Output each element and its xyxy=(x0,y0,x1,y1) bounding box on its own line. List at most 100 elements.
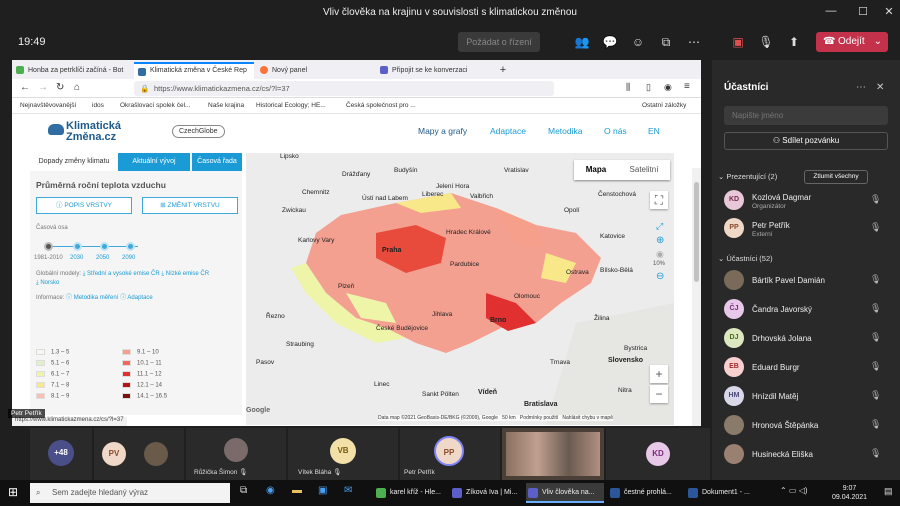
chat-icon[interactable]: 💬 xyxy=(602,34,618,50)
period-label[interactable]: 2050 xyxy=(96,255,109,261)
video-tile[interactable]: VB Vítek Bláha 🎙 xyxy=(288,428,398,480)
taskbar-app[interactable]: čestné prohlá... xyxy=(608,483,682,503)
bookmark[interactable]: Nejnavštěvovanější xyxy=(20,102,76,109)
site-logo[interactable]: Klimatická Změna.cz xyxy=(48,121,121,143)
minimize-icon[interactable]: — xyxy=(822,5,840,17)
menu-en[interactable]: EN xyxy=(648,126,660,136)
request-control-button[interactable]: Požádat o řízení xyxy=(458,32,540,52)
map-type-satellite[interactable]: Satelitní xyxy=(618,160,670,180)
menu-about[interactable]: O nás xyxy=(604,126,627,136)
participant-row[interactable]: KD Kozlová Dagmar Organizátor 🎙 xyxy=(724,190,894,212)
visibility-icon[interactable]: ◉ xyxy=(656,249,664,260)
reload-icon[interactable]: ↻ xyxy=(56,82,64,93)
reactions-icon[interactable]: ☺ xyxy=(630,34,646,50)
model-link[interactable]: ⤓ Střední a vysoké emise ČR xyxy=(83,271,160,277)
maximize-icon[interactable]: ☐ xyxy=(854,5,872,18)
fullscreen-icon[interactable]: ⛶ xyxy=(650,191,668,209)
mic-off-icon[interactable]: 🎙 xyxy=(870,390,881,401)
store-icon[interactable]: ▣ xyxy=(318,485,327,496)
task-view-icon[interactable]: ⧉ xyxy=(240,485,247,496)
more-options-icon[interactable]: ⋯ xyxy=(856,82,866,93)
breakout-icon[interactable]: ⧉ xyxy=(658,34,674,50)
participant-row[interactable]: Husinecká Eliška 🎙 xyxy=(724,444,894,466)
share-screen-icon[interactable]: ⬆ xyxy=(786,34,802,50)
bookmark[interactable]: Naše krajina xyxy=(208,102,244,109)
video-tile[interactable]: PV xyxy=(94,428,184,480)
bookmark-other[interactable]: Ostatní záložky xyxy=(642,102,686,109)
participant-row[interactable]: ČJ Čandra Javorský 🎙 xyxy=(724,299,894,321)
taskbar-clock[interactable]: 9:07 09.04.2021 xyxy=(832,484,867,502)
participant-row[interactable]: Hronová Štěpánka 🎙 xyxy=(724,415,894,437)
expand-icon[interactable]: ⤢ xyxy=(656,221,663,232)
participant-row[interactable]: PP Petr Petřík Externí 🎙 xyxy=(724,218,894,240)
layer-description-button[interactable]: ⓘ POPIS VRSTVY xyxy=(36,197,132,214)
model-link[interactable]: ⤓ Norsko xyxy=(36,280,59,287)
forward-icon[interactable]: → xyxy=(38,82,48,93)
mic-off-icon[interactable]: 🎙 xyxy=(870,448,881,459)
menu-methodology[interactable]: Metodika xyxy=(548,126,583,136)
close-icon[interactable]: ✕ xyxy=(880,5,898,18)
video-tile-active[interactable]: PP Petr Petřík xyxy=(400,428,500,480)
bookmark[interactable]: idos xyxy=(92,102,104,109)
camera-off-icon[interactable]: ▣ xyxy=(730,34,746,50)
period-label[interactable]: 2090 xyxy=(122,255,135,261)
participants-icon[interactable]: 👥 xyxy=(574,34,590,50)
taskbar-app-active[interactable]: Vliv člověka na... xyxy=(526,483,604,503)
menu-maps[interactable]: Mapy a grafy xyxy=(418,126,467,136)
windows-start-icon[interactable]: ⊞ xyxy=(8,485,18,499)
zoom-in-small-icon[interactable]: ⊕ xyxy=(656,235,664,246)
timeline-point[interactable] xyxy=(126,242,135,251)
mic-off-icon[interactable]: 🎙 xyxy=(870,361,881,372)
participant-row[interactable]: DJ Drhovská Jolana 🎙 xyxy=(724,328,894,350)
account-icon[interactable]: ◉ xyxy=(664,82,672,93)
video-tile-camera[interactable] xyxy=(502,428,604,480)
mail-icon[interactable]: ✉ xyxy=(344,485,352,496)
taskbar-search[interactable]: ⌕ Sem zadejte hledaný výraz xyxy=(30,483,230,503)
map-view[interactable]: Lipsko Drážďany Budyšín Vratislav Chemni… xyxy=(246,153,674,425)
share-invite-button[interactable]: ⚇ Sdílet pozvánku xyxy=(724,132,888,150)
tab-current[interactable]: Aktuální vývoj xyxy=(118,153,190,171)
timeline-point[interactable] xyxy=(73,242,82,251)
zoom-out-button[interactable]: − xyxy=(650,385,668,403)
mic-off-icon[interactable]: 🎙 xyxy=(870,194,881,205)
participants-section[interactable]: ⌄ Účastníci (52) xyxy=(718,254,773,263)
participant-row[interactable]: HM Hnízdil Matěj 🎙 xyxy=(724,386,894,408)
change-layer-button[interactable]: ⊞ ZMĚNIT VRSTVU xyxy=(142,197,238,214)
mic-off-icon[interactable]: 🎙 xyxy=(870,222,881,233)
tab-impacts[interactable]: Dopady změny klimatu xyxy=(30,153,118,171)
page-scrollbar[interactable] xyxy=(692,168,701,426)
bookmark[interactable]: Historical Ecology; HE... xyxy=(256,102,326,109)
mic-off-icon[interactable]: 🎙 xyxy=(870,419,881,430)
video-tile[interactable]: Růžička Šimon 🎙 xyxy=(186,428,286,480)
sidebar-icon[interactable]: ▯ xyxy=(646,82,651,93)
info-link[interactable]: ⓘ Adaptace xyxy=(120,295,153,301)
model-link[interactable]: ⤓ Nízké emise ČR xyxy=(161,271,209,277)
close-panel-icon[interactable]: ✕ xyxy=(876,82,884,93)
new-tab-icon[interactable]: + xyxy=(496,62,510,79)
presenters-section[interactable]: ⌄ Prezentující (2) xyxy=(718,172,777,181)
info-link[interactable]: ⓘ Metodika měření xyxy=(66,295,118,301)
period-label[interactable]: 1981-2010 xyxy=(34,255,63,261)
bookmark[interactable]: Česká společnost pro ... xyxy=(346,102,416,109)
browser-tab-active[interactable]: Klimatická změna v České Rep xyxy=(134,62,254,79)
participant-search-input[interactable] xyxy=(724,106,888,125)
url-bar[interactable]: 🔒 https://www.klimatickazmena.cz/cs/?l=3… xyxy=(134,81,554,96)
leave-button[interactable]: ☎ Odejít ⌄ xyxy=(816,32,888,52)
taskbar-app[interactable]: Zíková Iva | Mi... xyxy=(450,483,522,503)
map-type-map[interactable]: Mapa xyxy=(574,160,618,180)
back-icon[interactable]: ← xyxy=(20,82,30,93)
video-tile[interactable]: KD xyxy=(606,428,710,480)
period-label[interactable]: 2030 xyxy=(70,255,83,261)
more-actions-icon[interactable]: ⋯ xyxy=(686,34,702,50)
home-icon[interactable]: ⌂ xyxy=(74,82,80,93)
participant-row[interactable]: EB Eduard Burgr 🎙 xyxy=(724,357,894,379)
bookmark[interactable]: Okrašlovací spolek čel... xyxy=(120,102,190,109)
tab-timeseries[interactable]: Časová řada xyxy=(192,153,242,171)
browser-tab[interactable]: Připojit se ke konverzaci xyxy=(376,62,494,79)
taskbar-app[interactable]: karel kříž - Hle... xyxy=(374,483,446,503)
browser-tab[interactable]: Honba za petrklíči začíná - Bot xyxy=(12,62,132,79)
notifications-icon[interactable]: ▤ xyxy=(884,486,893,497)
edge-icon[interactable]: ◉ xyxy=(266,485,275,496)
library-icon[interactable]: ⫼ xyxy=(626,82,630,93)
menu-adaptation[interactable]: Adaptace xyxy=(490,126,526,136)
